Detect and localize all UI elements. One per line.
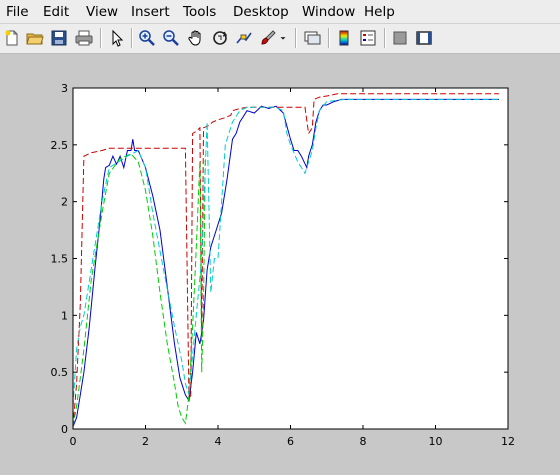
dropdown-arrow-icon[interactable]	[277, 27, 289, 49]
y-tick-label: 3	[61, 82, 68, 95]
x-tick-label: 4	[215, 435, 222, 448]
menu-view[interactable]: View	[86, 3, 118, 21]
menu-desktop[interactable]: Desktop	[233, 3, 289, 21]
y-tick-label: 0.5	[51, 366, 69, 379]
y-tick-label: 2	[61, 196, 68, 209]
save-icon[interactable]	[48, 27, 70, 49]
x-tick-label: 2	[142, 435, 149, 448]
plot-svg[interactable]: 0 2 4 6 8 10 12 0 0.5 1 1.5 2 2.5 3	[0, 54, 560, 475]
x-tick-label: 10	[429, 435, 443, 448]
new-file-icon[interactable]	[1, 27, 23, 49]
menu-bar: File Edit View Insert Tools Desktop Wind…	[0, 0, 560, 24]
toolbar-separator	[131, 28, 133, 48]
toolbar-separator	[100, 28, 102, 48]
y-tick-label: 1	[61, 309, 68, 322]
zoom-out-icon[interactable]	[160, 27, 182, 49]
print-icon[interactable]	[73, 27, 95, 49]
pointer-arrow-icon[interactable]	[106, 27, 128, 49]
hide-plot-tools-icon[interactable]	[389, 27, 411, 49]
menu-help[interactable]: Help	[364, 3, 395, 21]
y-tick-label: 2.5	[51, 139, 69, 152]
colorbar-icon[interactable]	[333, 27, 355, 49]
rotate-3d-icon[interactable]	[209, 27, 231, 49]
x-tick-label: 6	[287, 435, 294, 448]
figure-toolbar	[0, 24, 560, 54]
menu-tools[interactable]: Tools	[183, 3, 216, 21]
x-tick-label: 12	[501, 435, 515, 448]
menu-insert[interactable]: Insert	[131, 3, 170, 21]
toolbar-separator	[295, 28, 297, 48]
data-cursor-icon[interactable]	[233, 27, 255, 49]
open-folder-icon[interactable]	[24, 27, 46, 49]
y-tick-label: 0	[61, 423, 68, 436]
menu-edit[interactable]: Edit	[43, 3, 69, 21]
show-plot-tools-icon[interactable]	[413, 27, 435, 49]
toolbar-separator	[328, 28, 330, 48]
brush-icon[interactable]	[257, 27, 279, 49]
x-tick-label: 0	[70, 435, 77, 448]
legend-icon[interactable]	[357, 27, 379, 49]
link-plot-icon[interactable]	[301, 27, 323, 49]
y-tick-label: 1.5	[51, 253, 69, 266]
menu-file[interactable]: File	[6, 3, 29, 21]
x-tick-label: 8	[360, 435, 367, 448]
pan-hand-icon[interactable]	[185, 27, 207, 49]
zoom-in-icon[interactable]	[136, 27, 158, 49]
toolbar-separator	[384, 28, 386, 48]
menu-window[interactable]: Window	[302, 3, 355, 21]
